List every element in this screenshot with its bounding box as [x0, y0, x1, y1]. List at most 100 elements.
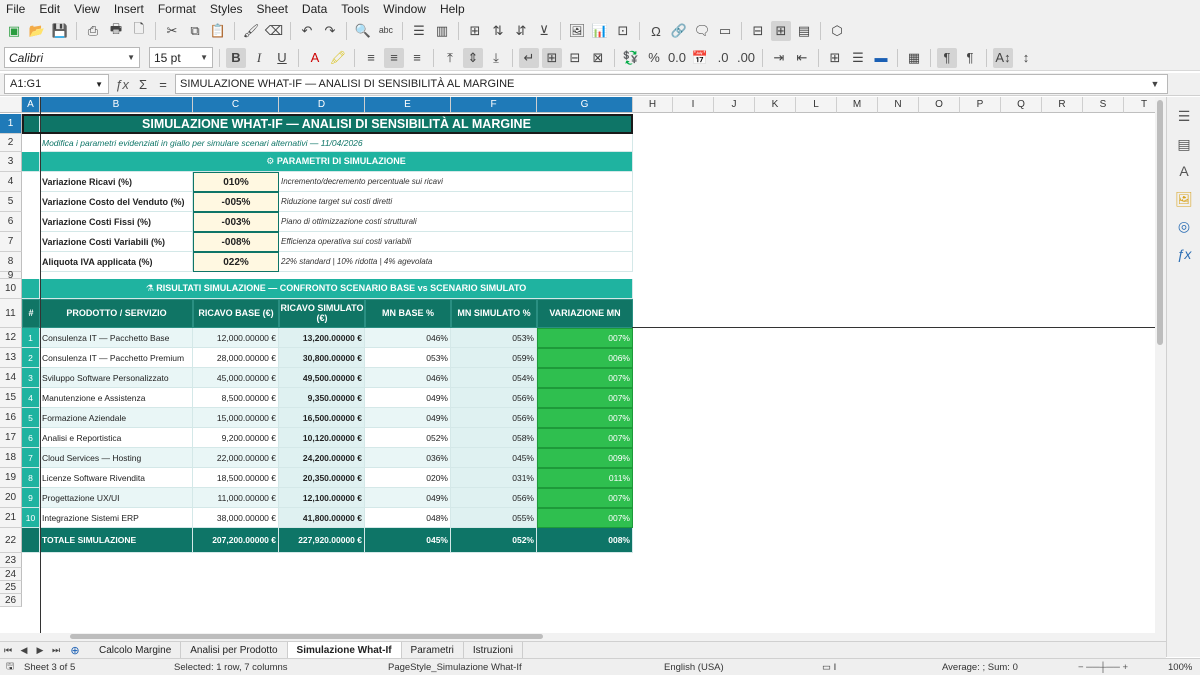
navigator-icon[interactable]: ◎ — [1175, 217, 1193, 235]
param-value-input[interactable]: 022% — [193, 252, 279, 272]
row-header-7[interactable]: 7 — [0, 232, 22, 252]
table-header-cell[interactable]: MN BASE % — [365, 299, 451, 328]
sort-ascending-icon[interactable]: ⇅ — [488, 21, 508, 41]
clear-formatting-icon[interactable]: ⌫ — [264, 21, 284, 41]
column-header-m[interactable]: M — [837, 97, 878, 113]
clone-formatting-icon[interactable]: 🖌 — [241, 21, 261, 41]
param-label[interactable]: Variazione Costi Fissi (%) — [40, 212, 193, 232]
column-header-h[interactable]: H — [633, 97, 673, 113]
open-icon[interactable]: 📂 — [27, 21, 47, 41]
table-cell[interactable]: 054% — [451, 368, 537, 388]
menu-icon[interactable]: ☰ — [1175, 107, 1193, 125]
table-header-cell[interactable]: MN SIMULATO % — [451, 299, 537, 328]
merge-center-icon[interactable]: ⊞ — [542, 47, 562, 68]
table-cell[interactable]: 49,500.00000 € — [279, 368, 365, 388]
table-cell[interactable]: 16,500.00000 € — [279, 408, 365, 428]
find-replace-icon[interactable]: 🔍 — [353, 21, 373, 41]
table-cell[interactable]: Manutenzione e Assistenza — [40, 388, 193, 408]
menu-styles[interactable]: Styles — [210, 2, 243, 16]
row-header-9[interactable]: 9 — [0, 270, 22, 281]
align-center-icon[interactable]: ≡ — [384, 47, 404, 68]
total-cell[interactable]: 227,920.00000 € — [279, 528, 365, 553]
column-header-q[interactable]: Q — [1001, 97, 1042, 113]
add-decimal-icon[interactable]: .0 — [713, 48, 733, 68]
table-cell[interactable]: 046% — [365, 328, 451, 348]
table-cell[interactable]: 20,350.00000 € — [279, 468, 365, 488]
table-cell[interactable]: Progettazione UX/UI — [40, 488, 193, 508]
insert-mode-icon[interactable]: ▭ I — [822, 662, 942, 673]
horizontal-scrollbar[interactable] — [0, 633, 1166, 641]
table-cell[interactable]: 5 — [22, 408, 40, 428]
align-middle-icon[interactable]: ⇕ — [463, 47, 483, 68]
table-header-cell[interactable]: RICAVO SIMULATO (€) — [279, 299, 365, 328]
row-header-10[interactable]: 10 — [0, 279, 22, 299]
hyperlink-icon[interactable]: 🔗 — [669, 21, 689, 41]
table-cell[interactable]: 009% — [537, 448, 633, 468]
column-header-r[interactable]: R — [1042, 97, 1083, 113]
column-header-j[interactable]: J — [714, 97, 755, 113]
date-format-icon[interactable]: 📅 — [690, 48, 710, 68]
redo-icon[interactable]: ↷ — [320, 21, 340, 41]
column-header-c[interactable]: C — [193, 97, 279, 113]
param-value-input[interactable]: -008% — [193, 232, 279, 252]
table-cell[interactable]: 056% — [451, 388, 537, 408]
table-cell[interactable]: 30,800.00000 € — [279, 348, 365, 368]
column-header-i[interactable]: I — [673, 97, 714, 113]
row-header-2[interactable]: 2 — [0, 134, 22, 152]
status-zoom[interactable]: 100% — [1168, 662, 1198, 673]
spelling-icon[interactable]: ᵃᵇᶜ — [376, 21, 396, 41]
table-header-cell[interactable]: RICAVO BASE (€) — [193, 299, 279, 328]
table-cell[interactable]: 12,100.00000 € — [279, 488, 365, 508]
currency-format-icon[interactable]: 💱 — [621, 48, 641, 68]
table-cell[interactable]: 056% — [451, 488, 537, 508]
text-vertical-icon[interactable]: A↕ — [993, 47, 1013, 68]
vertical-scrollbar[interactable] — [1155, 97, 1166, 633]
row-header-22[interactable]: 22 — [0, 528, 22, 553]
corner-select-all[interactable] — [0, 97, 22, 113]
zoom-slider[interactable]: − ──┼── + — [1078, 662, 1168, 673]
table-cell[interactable]: 007% — [537, 428, 633, 448]
table-cell[interactable]: 18,500.00000 € — [193, 468, 279, 488]
table-cell[interactable]: Formazione Aziendale — [40, 408, 193, 428]
decrease-indent-icon[interactable]: ⇤ — [792, 48, 812, 68]
underline-icon[interactable]: U — [272, 48, 292, 68]
table-cell[interactable]: 006% — [537, 348, 633, 368]
menu-window[interactable]: Window — [383, 2, 426, 16]
column-header-p[interactable]: P — [960, 97, 1001, 113]
table-cell[interactable]: 007% — [537, 508, 633, 528]
freeze-panes-icon[interactable]: ⊞ — [771, 21, 791, 41]
table-cell[interactable]: 049% — [365, 388, 451, 408]
column-header-t[interactable]: T — [1124, 97, 1155, 113]
table-cell[interactable]: 052% — [365, 428, 451, 448]
bold-icon[interactable]: B — [226, 47, 246, 68]
param-label[interactable]: Aliquota IVA applicata (%) — [40, 252, 193, 272]
table-cell[interactable]: 28,000.00000 € — [193, 348, 279, 368]
font-size-combo[interactable]: 15 pt ▼ — [149, 47, 213, 68]
menu-format[interactable]: Format — [158, 2, 196, 16]
sort-descending-icon[interactable]: ⇵ — [511, 21, 531, 41]
split-window-icon[interactable]: ▤ — [794, 21, 814, 41]
param-label[interactable]: Variazione Ricavi (%) — [40, 172, 193, 192]
menu-tools[interactable]: Tools — [341, 2, 369, 16]
table-cell[interactable]: 4 — [22, 388, 40, 408]
menu-insert[interactable]: Insert — [114, 2, 144, 16]
align-top-icon[interactable]: ⤒ — [440, 48, 460, 68]
param-value-input[interactable]: -005% — [193, 192, 279, 212]
header-footer-icon[interactable]: ▭ — [715, 21, 735, 41]
table-cell[interactable]: 2 — [22, 348, 40, 368]
cell-a10[interactable] — [22, 279, 40, 299]
table-cell[interactable]: 9,200.00000 € — [193, 428, 279, 448]
first-sheet-icon[interactable]: ⏮ — [0, 640, 16, 660]
param-note[interactable]: 22% standard | 10% ridotta | 4% agevolat… — [279, 252, 633, 272]
param-label[interactable]: Variazione Costi Variabili (%) — [40, 232, 193, 252]
undo-icon[interactable]: ↶ — [297, 21, 317, 41]
sheet-subtitle[interactable]: Modifica i parametri evidenziati in gial… — [40, 134, 633, 152]
align-left-icon[interactable]: ≡ — [361, 48, 381, 68]
total-cell[interactable]: 207,200.00000 € — [193, 528, 279, 553]
table-cell[interactable]: 007% — [537, 488, 633, 508]
row-header-15[interactable]: 15 — [0, 388, 22, 408]
name-box[interactable]: A1:G1 ▼ — [4, 74, 109, 94]
row-header-25[interactable]: 25 — [0, 581, 22, 594]
styles-icon[interactable]: A — [1175, 162, 1193, 180]
row-header-23[interactable]: 23 — [0, 553, 22, 568]
